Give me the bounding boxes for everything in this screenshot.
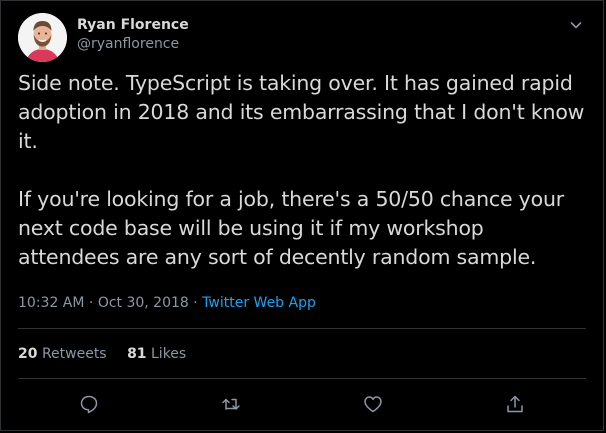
tweet-card: Ryan Florence @ryanflorence Side note. T…: [0, 0, 604, 431]
reply-icon[interactable]: [78, 393, 100, 415]
author-display-name[interactable]: Ryan Florence: [77, 17, 189, 33]
likes-count: 81: [127, 346, 147, 362]
avatar[interactable]: [18, 13, 67, 62]
divider: [18, 378, 586, 379]
heart-icon[interactable]: [362, 393, 384, 415]
tweet-time[interactable]: 10:32 AM: [18, 295, 84, 311]
retweet-icon[interactable]: [220, 393, 242, 415]
tweet-meta: 10:32 AM · Oct 30, 2018 · Twitter Web Ap…: [18, 295, 316, 311]
divider: [18, 328, 586, 329]
author-names: Ryan Florence @ryanflorence: [77, 17, 189, 53]
chevron-down-icon[interactable]: [569, 17, 583, 31]
likes-label: Likes: [151, 346, 187, 362]
share-icon[interactable]: [504, 393, 526, 415]
likes-stat[interactable]: 81 Likes: [127, 346, 186, 362]
retweets-count: 20: [18, 346, 38, 362]
retweets-label: Retweets: [41, 346, 107, 362]
engagement-stats: 20 Retweets 81 Likes: [18, 346, 202, 362]
action-bar: [1, 393, 603, 415]
meta-separator: ·: [84, 295, 98, 311]
tweet-header: Ryan Florence @ryanflorence: [18, 13, 586, 63]
tweet-source-link[interactable]: Twitter Web App: [202, 295, 316, 311]
meta-separator: ·: [188, 295, 203, 311]
tweet-text: Side note. TypeScript is taking over. It…: [18, 71, 585, 269]
tweet-date[interactable]: Oct 30, 2018: [98, 295, 189, 311]
retweets-stat[interactable]: 20 Retweets: [18, 346, 111, 362]
author-handle[interactable]: @ryanflorence: [77, 35, 189, 53]
